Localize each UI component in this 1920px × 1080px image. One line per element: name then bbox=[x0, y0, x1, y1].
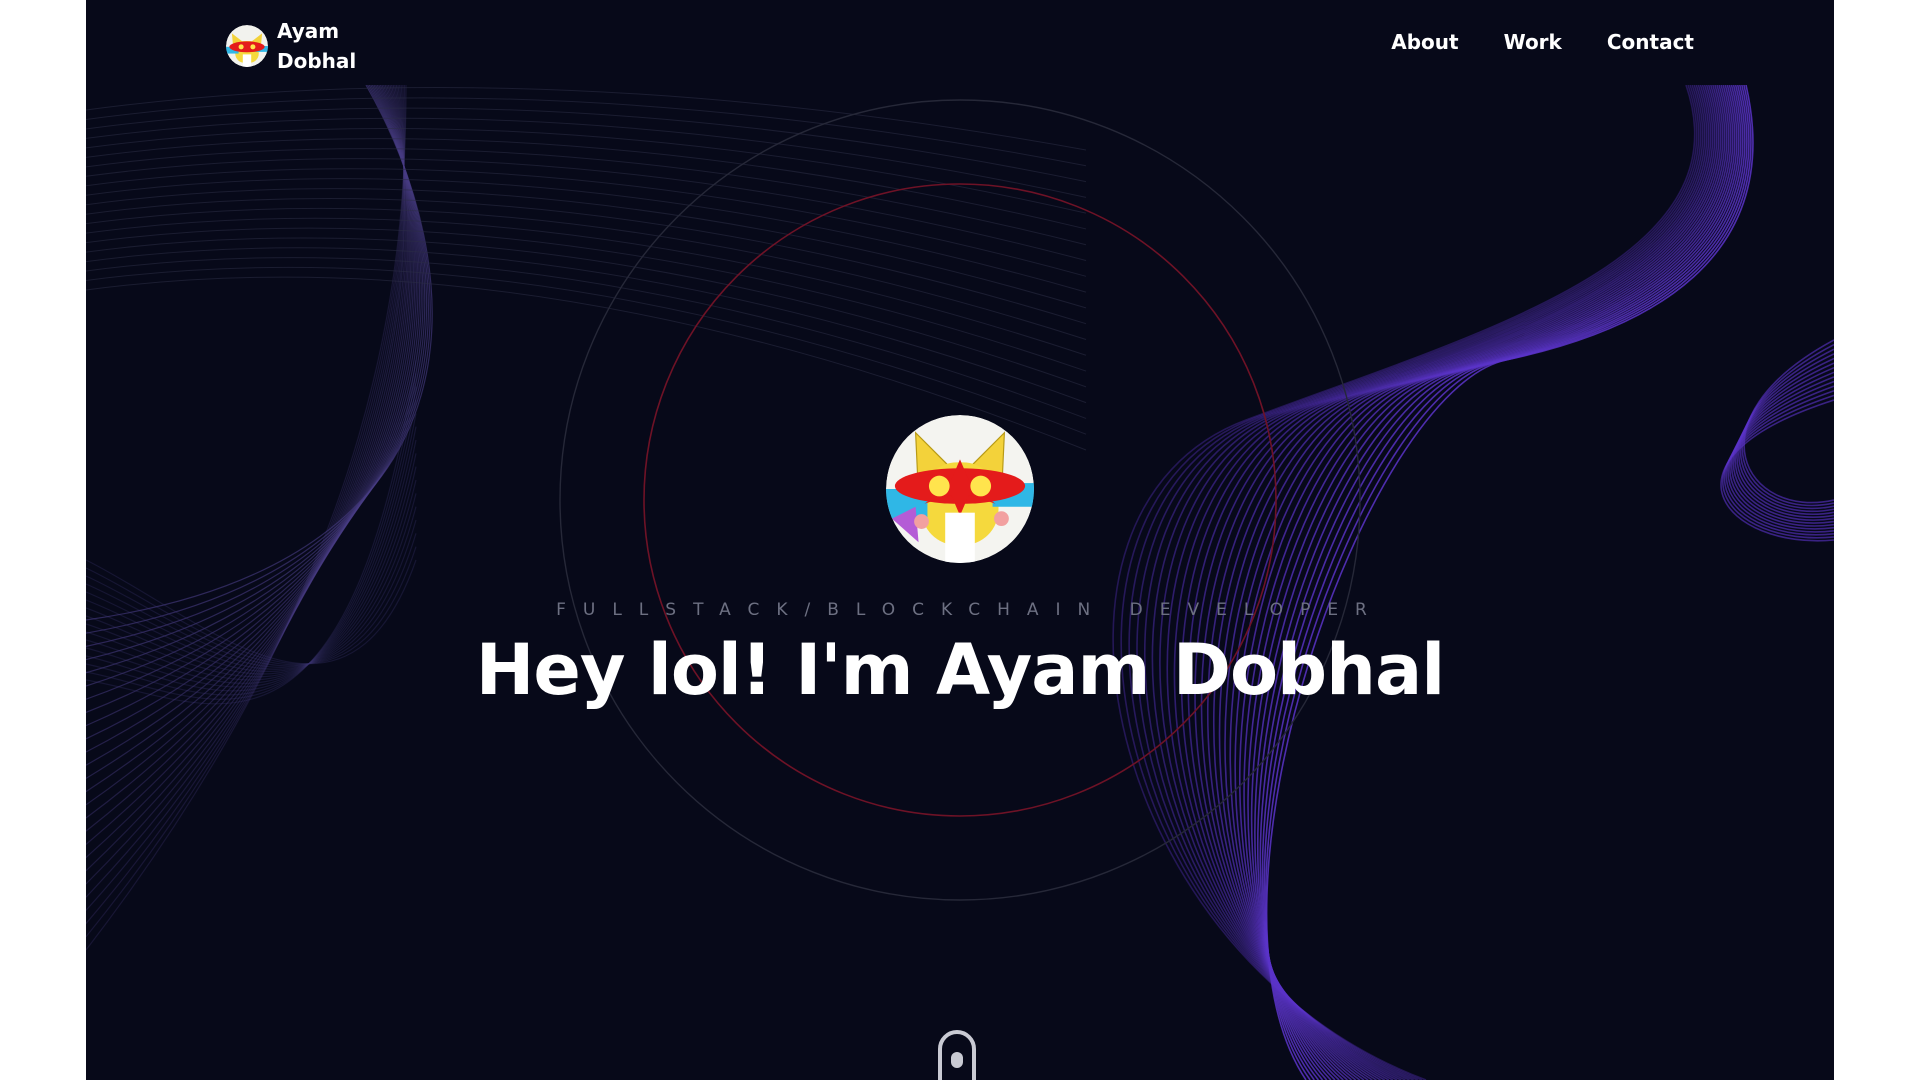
nav-link-about[interactable]: About bbox=[1391, 26, 1458, 58]
right-wave-line bbox=[1151, 84, 1706, 1080]
brand-name: Ayam Dobhal bbox=[277, 19, 357, 73]
left-wave-line bbox=[86, 84, 406, 938]
top-arc-line bbox=[86, 266, 1087, 435]
nav-link-work[interactable]: Work bbox=[1504, 26, 1562, 58]
top-arc-line bbox=[86, 107, 1087, 183]
brand-avatar-icon bbox=[226, 25, 268, 67]
mouse-scroll-icon[interactable] bbox=[938, 1030, 976, 1080]
hero-subtitle: FULLSTACK/BLOCKCHAIN DEVELOPER bbox=[556, 600, 1384, 620]
right-loop-line bbox=[1723, 390, 1834, 536]
top-arc-line bbox=[86, 97, 1087, 167]
top-arc-line bbox=[86, 178, 1087, 293]
main-nav: About Work Contact bbox=[1346, 26, 1694, 58]
right-wave-line bbox=[1254, 84, 1742, 1080]
top-arc-line bbox=[86, 227, 1087, 372]
top-arc-line bbox=[86, 247, 1087, 404]
right-wave-line bbox=[1224, 84, 1728, 1080]
top-arc-line bbox=[86, 198, 1087, 325]
left-wave-line bbox=[86, 84, 406, 872]
hero-avatar-icon bbox=[886, 415, 1034, 563]
top-arc-line bbox=[86, 237, 1087, 388]
page: Ayam Dobhal About Work Contact FULLSTACK… bbox=[86, 0, 1834, 1080]
top-arc-line bbox=[86, 87, 1087, 151]
top-arc-line bbox=[86, 158, 1087, 262]
left-wave-line bbox=[86, 84, 407, 951]
right-wave-line bbox=[1200, 84, 1720, 1080]
right-wave-line bbox=[1206, 84, 1722, 1080]
scroll-dot bbox=[951, 1052, 963, 1068]
top-arc-line bbox=[86, 207, 1087, 340]
brand-link[interactable]: Ayam Dobhal bbox=[226, 16, 367, 76]
hero-title: Hey lol! I'm Ayam Dobhal bbox=[475, 629, 1445, 711]
nav-link-contact[interactable]: Contact bbox=[1607, 26, 1694, 58]
right-wave-line bbox=[1229, 84, 1730, 1080]
right-wave-line bbox=[1194, 84, 1718, 1080]
navbar: Ayam Dobhal About Work Contact bbox=[86, 0, 1834, 85]
